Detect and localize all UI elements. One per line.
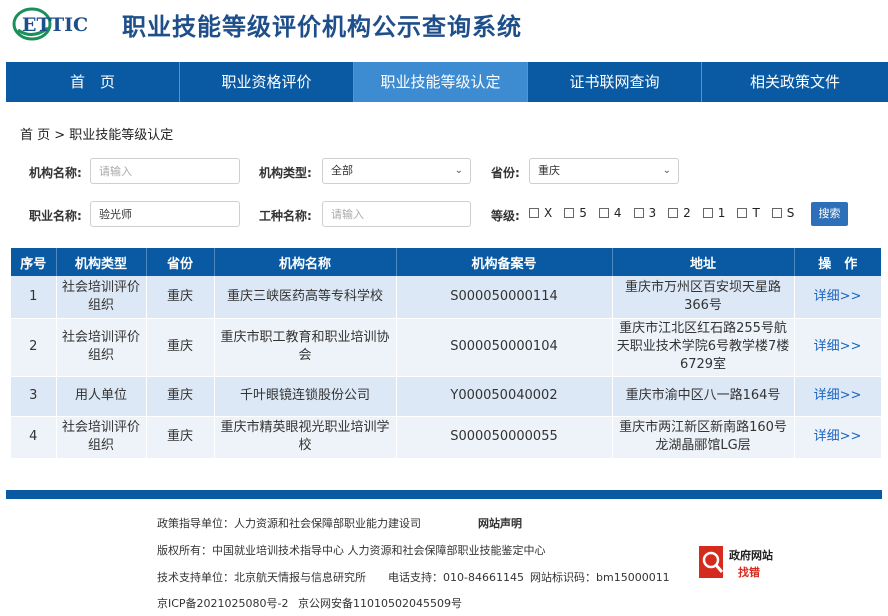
cell-org-name: 重庆市精英眼视光职业培训学校 <box>214 416 397 459</box>
footer-guidance: 政策指导单位：人力资源和社会保障部职业能力建设司 <box>157 517 421 530</box>
table-header-row: 序号 机构类型 省份 机构名称 机构备案号 地址 操 作 <box>11 248 881 276</box>
province-select[interactable]: 重庆 ⌄ <box>529 158 679 184</box>
org-type-selected: 全部 <box>331 164 353 177</box>
checkbox-icon[interactable] <box>668 208 679 218</box>
search-button[interactable]: 搜索 <box>811 202 848 226</box>
occupation-input[interactable] <box>90 201 240 227</box>
checkbox-icon[interactable] <box>633 208 644 218</box>
occupation-label: 职业名称: <box>29 209 82 223</box>
detail-link[interactable]: 详细>> <box>794 276 882 319</box>
footer-statement-link[interactable]: 网站声明 <box>478 515 522 531</box>
detail-link[interactable]: 详细>> <box>794 416 882 459</box>
ettic-logo[interactable]: ETTIC <box>12 6 106 42</box>
col-header-org-type: 机构类型 <box>56 248 147 276</box>
cell-org-type: 社会培训评价组织 <box>56 276 147 319</box>
nav-policy-documents[interactable]: 相关政策文件 <box>702 62 888 102</box>
checkbox-icon[interactable] <box>564 208 575 218</box>
cell-address: 重庆市万州区百安坝天星路366号 <box>612 276 795 319</box>
checkbox-icon[interactable] <box>771 208 782 218</box>
org-type-label: 机构类型: <box>259 166 312 180</box>
cell-org-type: 社会培训评价组织 <box>56 318 147 377</box>
nav-qualification-evaluation[interactable]: 职业资格评价 <box>180 62 354 102</box>
cell-address: 重庆市渝中区八一路164号 <box>612 376 795 417</box>
main-nav: 首 页 职业资格评价 职业技能等级认定 证书联网查询 相关政策文件 <box>6 62 888 102</box>
cell-record-no: S000050000104 <box>396 318 613 377</box>
cell-org-name: 重庆市职工教育和职业培训协会 <box>214 318 397 377</box>
footer-copyright: 版权所有：中国就业培训技术指导中心 人力资源和社会保障部职业技能鉴定中心 <box>157 544 546 557</box>
cell-no: 2 <box>11 318 57 377</box>
nav-home[interactable]: 首 页 <box>6 62 180 102</box>
cell-province: 重庆 <box>146 416 215 459</box>
nav-skill-level-certification[interactable]: 职业技能等级认定 <box>354 62 528 102</box>
cell-org-type: 用人单位 <box>56 376 147 417</box>
footer-site-code: 网站标识码：bm15000011 <box>530 571 670 584</box>
cell-org-name: 重庆三峡医药高等专科学校 <box>214 276 397 319</box>
col-header-record-no: 机构备案号 <box>396 248 613 276</box>
checkbox-icon[interactable] <box>598 208 609 218</box>
cell-province: 重庆 <box>146 276 215 319</box>
province-label: 省份: <box>491 166 520 180</box>
gov-badge-line1: 政府网站 <box>729 549 773 562</box>
level-checkbox-2[interactable]: 2 <box>668 206 691 220</box>
job-type-input[interactable] <box>322 201 471 227</box>
col-header-org-name: 机构名称 <box>214 248 397 276</box>
col-header-action: 操 作 <box>794 248 881 276</box>
col-header-province: 省份 <box>146 248 215 276</box>
checkbox-icon[interactable] <box>737 208 748 218</box>
breadcrumb: 首 页 > 职业技能等级认定 <box>20 128 174 143</box>
province-selected: 重庆 <box>538 164 560 177</box>
cell-province: 重庆 <box>146 376 215 417</box>
chevron-down-icon: ⌄ <box>662 165 671 176</box>
table-row: 4 社会培训评价组织 重庆 重庆市精英眼视光职业培训学校 S0000500000… <box>11 416 882 459</box>
nav-certificate-query[interactable]: 证书联网查询 <box>528 62 702 102</box>
site-title: 职业技能等级评价机构公示查询系统 <box>122 13 522 41</box>
cell-org-type: 社会培训评价组织 <box>56 416 147 459</box>
col-header-no: 序号 <box>11 248 57 276</box>
table-row: 1 社会培训评价组织 重庆 重庆三峡医药高等专科学校 S000050000114… <box>11 276 882 319</box>
cell-no: 3 <box>11 376 57 417</box>
detail-link[interactable]: 详细>> <box>794 376 882 417</box>
cell-record-no: S000050000114 <box>396 276 613 319</box>
cell-address: 重庆市两江新区新南路160号龙湖晶郦馆LG层 <box>612 416 795 459</box>
footer-icp[interactable]: 京ICP备2021025080号-2 <box>157 595 289 611</box>
level-checkbox-3[interactable]: 3 <box>633 206 656 220</box>
footer-phone: 电话支持：010-84661145 <box>388 571 524 584</box>
org-type-select[interactable]: 全部 ⌄ <box>322 158 471 184</box>
footer-support-unit: 技术支持单位：北京航天情报与信息研究所 <box>157 571 366 584</box>
cell-address: 重庆市江北区红石路255号航天职业技术学院6号教学楼7楼6729室 <box>612 318 795 377</box>
footer-police-record[interactable]: 京公网安备11010502045509号 <box>298 595 462 611</box>
footer-divider <box>6 490 882 499</box>
cell-record-no: Y000050040002 <box>396 376 613 417</box>
gov-badge-line2: 找错 <box>738 566 760 579</box>
level-checkbox-group: X 5 4 3 2 1 T S <box>529 206 806 220</box>
org-name-label: 机构名称: <box>29 166 82 180</box>
table-row: 2 社会培训评价组织 重庆 重庆市职工教育和职业培训协会 S0000500001… <box>11 318 882 377</box>
logo-text: ETTIC <box>22 14 88 36</box>
level-checkbox-s[interactable]: S <box>771 206 794 220</box>
checkbox-icon[interactable] <box>702 208 713 218</box>
level-checkbox-1[interactable]: 1 <box>702 206 725 220</box>
col-header-address: 地址 <box>612 248 795 276</box>
level-checkbox-5[interactable]: 5 <box>564 206 587 220</box>
org-name-input[interactable] <box>90 158 240 184</box>
level-checkbox-4[interactable]: 4 <box>598 206 622 220</box>
checkbox-icon[interactable] <box>529 208 539 218</box>
detail-link[interactable]: 详细>> <box>794 318 882 377</box>
results-table: 序号 机构类型 省份 机构名称 机构备案号 地址 操 作 1 社会培训评价组织 … <box>11 248 882 459</box>
level-checkbox-x[interactable]: X <box>529 206 552 220</box>
cell-no: 4 <box>11 416 57 459</box>
table-row: 3 用人单位 重庆 千叶眼镜连锁股份公司 Y000050040002 重庆市渝中… <box>11 376 882 417</box>
cell-no: 1 <box>11 276 57 319</box>
cell-record-no: S000050000055 <box>396 416 613 459</box>
level-checkbox-t[interactable]: T <box>737 206 760 220</box>
cell-province: 重庆 <box>146 318 215 377</box>
level-label: 等级: <box>491 209 520 223</box>
site-header: ETTIC 职业技能等级评价机构公示查询系统 <box>0 0 888 60</box>
job-type-label: 工种名称: <box>259 209 312 223</box>
chevron-down-icon: ⌄ <box>454 165 463 176</box>
cell-org-name: 千叶眼镜连锁股份公司 <box>214 376 397 417</box>
